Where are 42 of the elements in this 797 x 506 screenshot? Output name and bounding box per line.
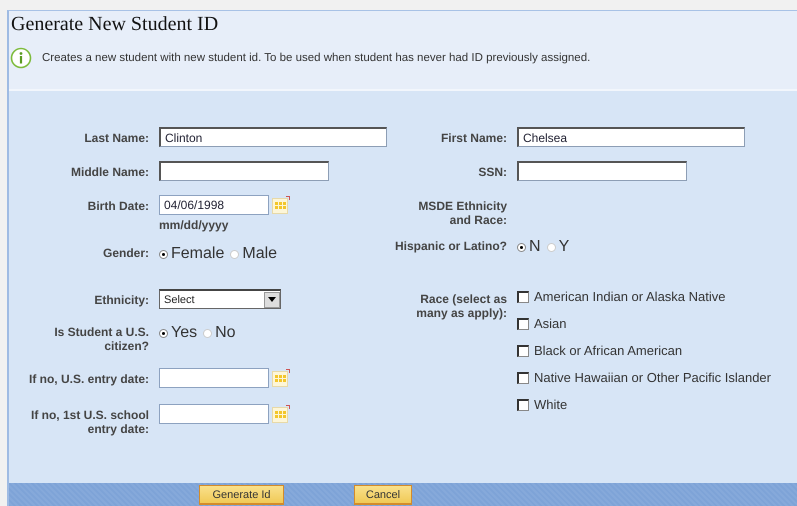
page-title: Generate New Student ID bbox=[10, 12, 220, 36]
date-field[interactable] bbox=[159, 368, 269, 388]
field-label: Last Name: bbox=[83, 130, 149, 145]
field-label: SSN: bbox=[477, 164, 507, 179]
calendar-icon[interactable] bbox=[272, 405, 290, 423]
radio-option[interactable]: Y bbox=[546, 238, 570, 256]
caret-icon[interactable] bbox=[268, 297, 276, 302]
field-label: Is Student a U.S. citizen? bbox=[53, 324, 149, 353]
date-format-hint: mm/dd/yyyy bbox=[159, 218, 230, 232]
field-label: Hispanic or Latino? bbox=[394, 238, 507, 253]
radio-option[interactable]: Yes bbox=[159, 324, 198, 342]
radio-option[interactable]: Female bbox=[159, 245, 224, 263]
checkbox-option[interactable]: Black or African American bbox=[517, 342, 771, 359]
checkbox-option[interactable]: White bbox=[517, 396, 771, 413]
form-button[interactable]: Generate Id bbox=[199, 485, 284, 505]
ethnicity-dropdown[interactable]: Select bbox=[159, 289, 281, 309]
field-label: Middle Name: bbox=[70, 164, 149, 179]
form-button[interactable]: Cancel bbox=[354, 485, 412, 505]
date-field[interactable] bbox=[159, 404, 269, 424]
checkbox-option[interactable]: American Indian or Alaska Native bbox=[517, 288, 771, 305]
calendar-icon[interactable] bbox=[272, 369, 290, 387]
field-label: Race (select as many as apply): bbox=[415, 291, 507, 320]
field-label: If no, U.S. entry date: bbox=[28, 371, 149, 386]
field-label: MSDE Ethnicity and Race: bbox=[417, 198, 507, 227]
field-label: Ethnicity: bbox=[93, 292, 149, 307]
calendar-icon[interactable] bbox=[272, 196, 290, 214]
radio-option[interactable]: Male bbox=[230, 245, 278, 263]
date-field[interactable]: 04/06/1998 bbox=[159, 195, 269, 215]
text-field[interactable]: Chelsea bbox=[517, 127, 745, 147]
text-field[interactable]: Clinton bbox=[159, 127, 387, 147]
text-field[interactable] bbox=[517, 161, 687, 181]
field-label: First Name: bbox=[440, 130, 507, 145]
radio-option[interactable]: N bbox=[517, 238, 541, 256]
field-label: If no, 1st U.S. school entry date: bbox=[30, 407, 149, 436]
checkbox-option[interactable]: Native Hawaiian or Other Pacific Islander bbox=[517, 369, 771, 386]
info-text: Creates a new student with new student id. To be used when student has never had ID previously assigned. bbox=[42, 52, 590, 64]
info-icon bbox=[10, 47, 32, 69]
checkbox-option[interactable]: Asian bbox=[517, 315, 771, 332]
field-label: Birth Date: bbox=[86, 198, 149, 213]
text-field[interactable] bbox=[159, 161, 329, 181]
radio-option[interactable]: No bbox=[203, 324, 236, 342]
field-label: Gender: bbox=[102, 245, 149, 260]
